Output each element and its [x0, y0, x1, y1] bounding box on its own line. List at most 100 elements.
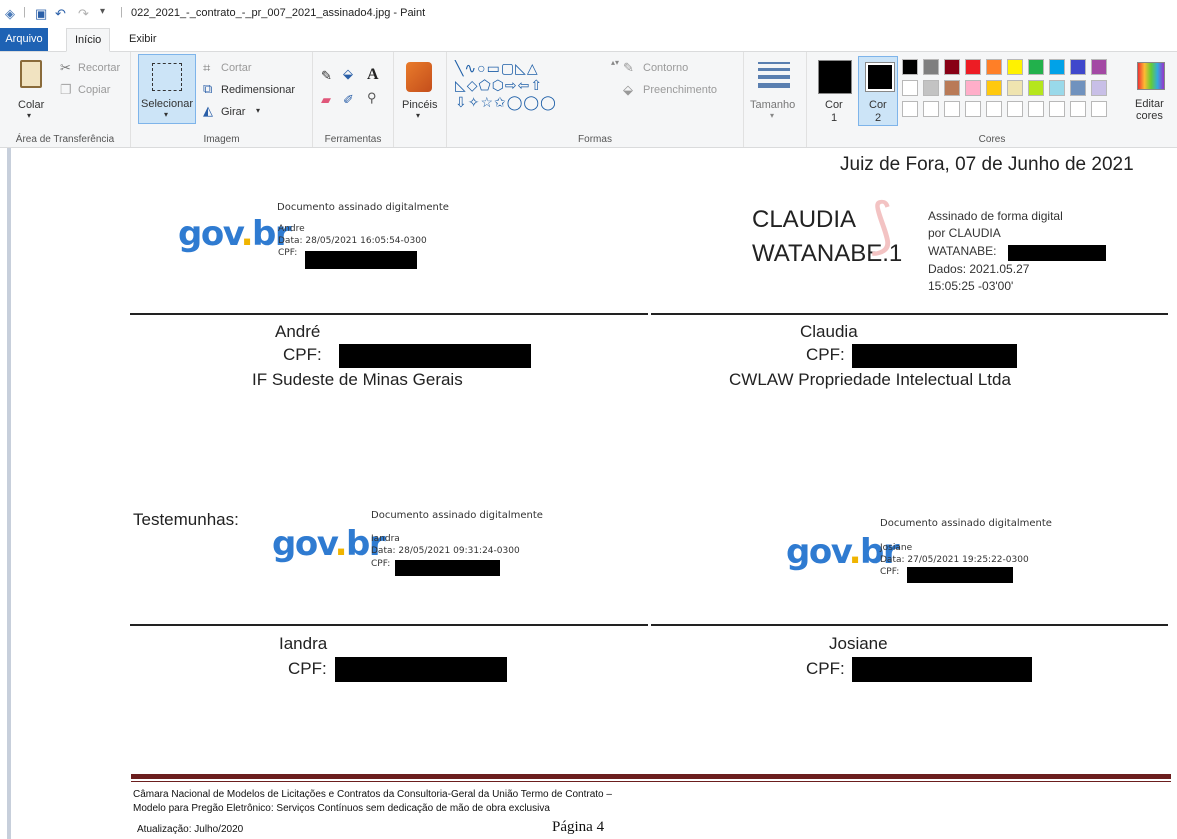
palette-swatch[interactable]	[986, 80, 1002, 96]
footer-rule	[131, 774, 1171, 779]
custom-color-slot[interactable]	[965, 101, 981, 117]
sig-claudia-line-2: por CLAUDIA	[928, 226, 1001, 240]
image-group: Selecionar ▾ ⌗ Cortar ⧉ Redimensionar ◭ …	[131, 52, 313, 147]
ribbon-tabs: Arquivo Início Exibir	[0, 28, 1177, 52]
footer-update: Atualização: Julho/2020	[137, 824, 244, 835]
sig-iandra-cpf: CPF:	[371, 559, 391, 569]
sig-iandra-date: Data: 28/05/2021 09:31:24-0300	[371, 546, 520, 556]
shapes-scroll-icon[interactable]: ▴▾	[611, 58, 619, 67]
witness2-name: Josiane	[829, 634, 888, 653]
palette-swatch[interactable]	[923, 59, 939, 75]
sig-iandra-header: Documento assinado digitalmente	[371, 510, 543, 521]
rotate-button[interactable]: Girar	[221, 106, 245, 118]
custom-color-slot[interactable]	[923, 101, 939, 117]
chevron-down-icon: ▾	[27, 111, 32, 120]
custom-color-slot[interactable]	[1049, 101, 1065, 117]
customize-quick-access-icon[interactable]: ▾	[100, 6, 105, 17]
chevron-down-icon: ▾	[770, 111, 775, 120]
palette-swatch[interactable]	[1049, 59, 1065, 75]
palette-swatch[interactable]	[1091, 80, 1107, 96]
tab-exibir[interactable]: Exibir	[121, 28, 165, 51]
size-button[interactable]: Tamanho ▾	[750, 56, 800, 126]
size-label: Tamanho	[750, 99, 796, 111]
redaction-box	[907, 567, 1013, 583]
custom-color-slot[interactable]	[1007, 101, 1023, 117]
cut-button[interactable]: Recortar	[78, 62, 120, 74]
witness1-cpf: CPF:	[288, 659, 327, 678]
sig-josiane-cpf: CPF:	[880, 567, 900, 577]
tools-group: ✎ ⬙ A ▰ ✐ ⚲ Ferramentas	[313, 52, 394, 147]
color1-swatch	[818, 60, 852, 94]
palette-swatch[interactable]	[944, 80, 960, 96]
paint-canvas[interactable]: Juiz de Fora, 07 de Junho de 2021 Docume…	[0, 148, 1177, 839]
color-picker-icon[interactable]: ✐	[343, 92, 354, 108]
pencil-icon[interactable]: ✎	[321, 68, 332, 84]
redaction-box	[395, 560, 500, 576]
brushes-button[interactable]: Pincéis ▾	[398, 56, 442, 126]
sig-andre-date: Data: 28/05/2021 16:05:54-0300	[278, 236, 427, 246]
palette-swatch[interactable]	[1007, 80, 1023, 96]
select-button[interactable]: Selecionar ▾	[138, 54, 196, 124]
color1-number: 1	[831, 112, 838, 124]
tab-arquivo[interactable]: Arquivo	[0, 28, 48, 51]
shapes-row-1: ╲∿○▭▢◺△	[455, 60, 539, 76]
resize-button[interactable]: Redimensionar	[221, 84, 295, 96]
shapes-caption: Formas	[578, 134, 612, 145]
size-lines-icon	[758, 62, 790, 88]
page-number: Página 4	[552, 819, 605, 835]
paint-app-icon: ◈	[5, 6, 15, 21]
paste-button[interactable]: Colar ▾	[8, 56, 48, 124]
party1-org: IF Sudeste de Minas Gerais	[252, 370, 463, 389]
fill-button[interactable]: Preenchimento	[643, 84, 717, 96]
color2-button[interactable]: Cor 2	[858, 56, 898, 126]
select-rect-icon	[152, 63, 182, 91]
redo-icon[interactable]: ↷	[78, 6, 89, 22]
signature-line	[651, 313, 1168, 315]
size-group: Tamanho ▾	[744, 52, 807, 147]
undo-icon[interactable]: ↶	[55, 6, 66, 22]
chevron-down-icon: ▾	[416, 111, 421, 120]
palette-swatch[interactable]	[944, 59, 960, 75]
shapes-row-2: ◺◇⬠⬡⇨⇦⇧	[455, 77, 544, 93]
custom-color-slot[interactable]	[986, 101, 1002, 117]
magnifier-icon[interactable]: ⚲	[367, 90, 377, 106]
color1-button[interactable]: Cor 1	[813, 56, 855, 126]
edit-colors-button[interactable]: Editar cores	[1129, 56, 1173, 126]
palette-swatch[interactable]	[1028, 80, 1044, 96]
palette-swatch[interactable]	[965, 80, 981, 96]
shapes-row-3: ⇩✧☆✩◯◯◯	[455, 94, 557, 110]
sig-iandra-name: Iandra	[371, 534, 400, 544]
custom-color-slot[interactable]	[1070, 101, 1086, 117]
palette-swatch[interactable]	[1070, 59, 1086, 75]
palette-swatch[interactable]	[902, 59, 918, 75]
custom-color-slot[interactable]	[902, 101, 918, 117]
palette-swatch[interactable]	[1091, 59, 1107, 75]
save-icon[interactable]: ▣	[35, 6, 47, 22]
copy-button[interactable]: Copiar	[78, 84, 110, 96]
custom-color-slot[interactable]	[1028, 101, 1044, 117]
custom-color-slot[interactable]	[1091, 101, 1107, 117]
palette-swatch[interactable]	[1007, 59, 1023, 75]
adobe-logo-watermark: ⟆	[870, 192, 894, 259]
outline-button[interactable]: Contorno	[643, 62, 688, 74]
sig-claudia-line-4: Dados: 2021.05.27	[928, 262, 1030, 276]
palette-swatch[interactable]	[1070, 80, 1086, 96]
custom-color-slot[interactable]	[944, 101, 960, 117]
palette-swatch[interactable]	[923, 80, 939, 96]
text-tool-icon[interactable]: A	[367, 66, 379, 84]
palette-swatch[interactable]	[1028, 59, 1044, 75]
crop-button[interactable]: Cortar	[221, 62, 252, 74]
witnesses-label: Testemunhas:	[133, 510, 239, 529]
eraser-icon[interactable]: ▰	[321, 92, 331, 108]
brushes-label: Pincéis	[402, 99, 438, 111]
tab-inicio[interactable]: Início	[66, 28, 111, 52]
copy-icon: ❐	[60, 82, 72, 97]
cut-icon: ✂	[60, 60, 71, 75]
palette-swatch[interactable]	[902, 80, 918, 96]
palette-swatch[interactable]	[965, 59, 981, 75]
palette-swatch[interactable]	[986, 59, 1002, 75]
palette-swatch[interactable]	[1049, 80, 1065, 96]
shapes-gallery[interactable]: ╲∿○▭▢◺△ ◺◇⬠⬡⇨⇦⇧ ⇩✧☆✩◯◯◯	[455, 60, 611, 120]
signature-line	[130, 624, 648, 626]
fill-bucket-icon[interactable]: ⬙	[343, 66, 353, 82]
